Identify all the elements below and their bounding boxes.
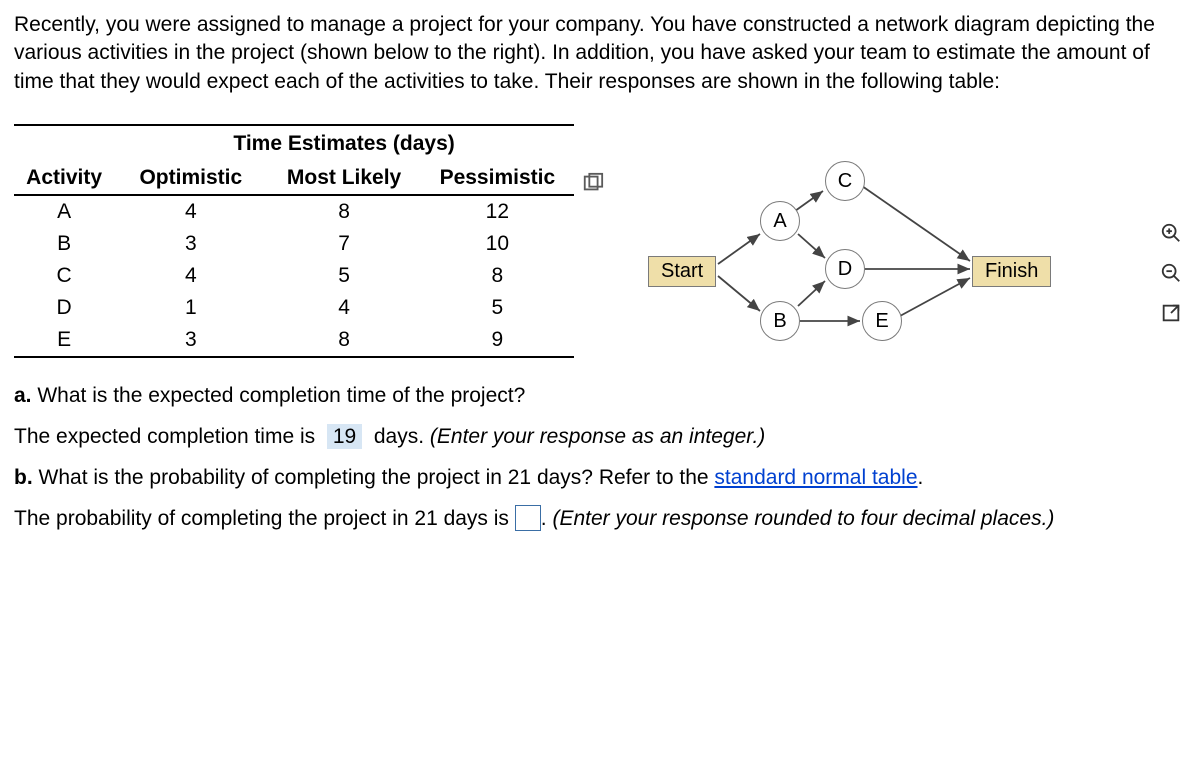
node-e: E — [862, 301, 902, 341]
standard-normal-table-link[interactable]: standard normal table — [714, 466, 917, 489]
zoom-in-icon[interactable] — [1158, 220, 1184, 246]
network-diagram: Start A B C D E Finish — [640, 136, 1060, 376]
node-a: A — [760, 201, 800, 241]
table-row: D145 — [14, 292, 574, 324]
col-activity: Activity — [14, 162, 114, 195]
question-a-text: What is the expected completion time of … — [37, 384, 525, 407]
zoom-out-icon[interactable] — [1158, 260, 1184, 286]
table-row: A4812 — [14, 195, 574, 228]
node-start: Start — [648, 256, 716, 287]
answer-b-line: The probability of completing the projec… — [14, 499, 1186, 540]
table-row: B3710 — [14, 228, 574, 260]
node-finish: Finish — [972, 256, 1051, 287]
time-estimates-table: Time Estimates (days) Activity Optimisti… — [14, 124, 574, 358]
answer-a-input[interactable]: 19 — [327, 424, 362, 449]
question-b-text-before: What is the probability of completing th… — [39, 466, 715, 489]
table-row: E389 — [14, 324, 574, 357]
answer-a-hint: (Enter your response as an integer.) — [430, 425, 765, 448]
col-pessimistic: Pessimistic — [421, 162, 574, 195]
col-most-likely: Most Likely — [267, 162, 420, 195]
open-new-window-icon[interactable] — [1158, 300, 1184, 326]
table-group-header: Time Estimates (days) — [114, 125, 574, 162]
node-b: B — [760, 301, 800, 341]
question-b: b. What is the probability of completing… — [14, 458, 1186, 499]
node-d: D — [825, 249, 865, 289]
answer-b-hint: (Enter your response rounded to four dec… — [552, 507, 1054, 530]
answer-b-input[interactable] — [515, 505, 541, 531]
table-row: C458 — [14, 260, 574, 292]
question-b-text-after: . — [918, 466, 924, 489]
question-b-label: b. — [14, 466, 33, 489]
col-optimistic: Optimistic — [114, 162, 267, 195]
problem-intro: Recently, you were assigned to manage a … — [0, 0, 1200, 96]
node-c: C — [825, 161, 865, 201]
question-a-label: a. — [14, 384, 32, 407]
question-a: a. What is the expected completion time … — [14, 376, 1186, 417]
answer-a-line: The expected completion time is 19 days.… — [14, 417, 1186, 458]
